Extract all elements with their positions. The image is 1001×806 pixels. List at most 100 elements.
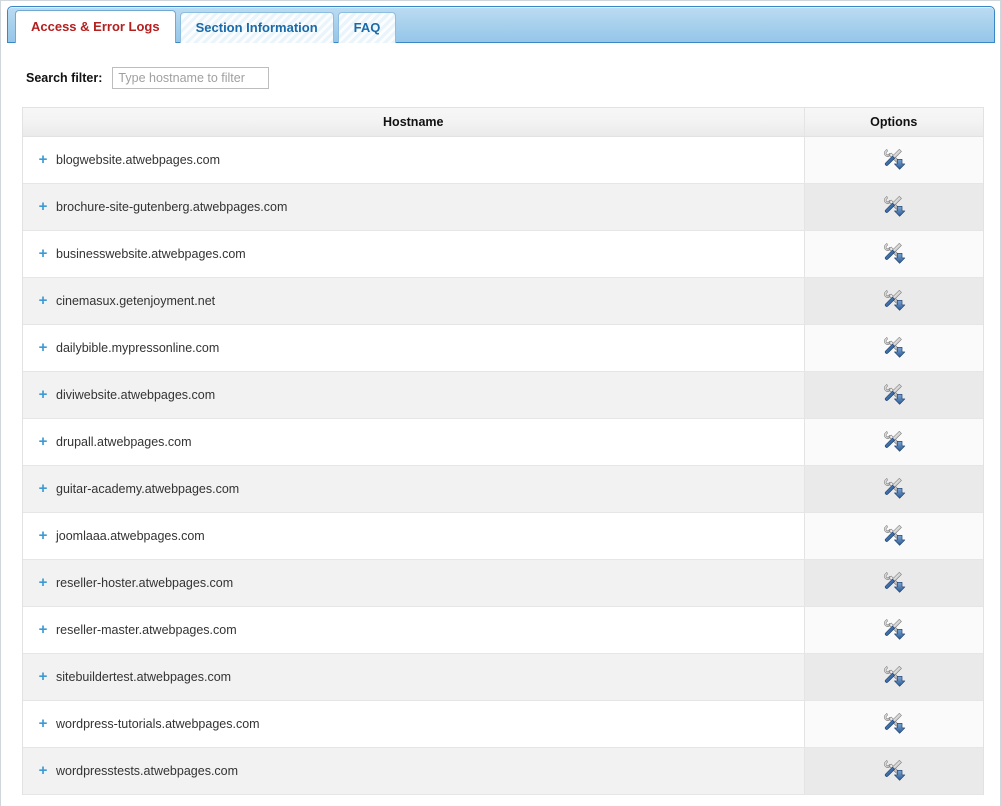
table-row: +blogwebsite.atwebpages.com: [23, 136, 983, 183]
hostname-cell: +wordpress-tutorials.atwebpages.com: [23, 700, 804, 747]
options-cell: [804, 371, 983, 418]
hostname-cell-inner: + guitar-academy.atwebpages.com: [35, 481, 804, 496]
hostname-cell-inner: + businesswebsite.atwebpages.com: [35, 246, 804, 261]
tools-download-icon[interactable]: [881, 151, 907, 168]
hostname-cell: + cinemasux.getenjoyment.net: [23, 277, 804, 324]
tab-access-and-error-logs[interactable]: Access & Error Logs: [15, 10, 176, 43]
plus-icon[interactable]: +: [35, 575, 51, 590]
plus-icon[interactable]: +: [35, 387, 51, 402]
table-row: + brochure-site-gutenberg.atwebpages.com: [23, 183, 983, 230]
hostname-cell: + businesswebsite.atwebpages.com: [23, 230, 804, 277]
column-header-options[interactable]: Options: [804, 108, 983, 136]
hostname-cell: + joomlaaa.atwebpages.com: [23, 512, 804, 559]
plus-icon[interactable]: +: [35, 340, 51, 355]
options-cell: [804, 747, 983, 794]
hostname-cell: + brochure-site-gutenberg.atwebpages.com: [23, 183, 804, 230]
options-cell: [804, 277, 983, 324]
tools-download-icon[interactable]: [881, 245, 907, 262]
hostname-cell: +blogwebsite.atwebpages.com: [23, 136, 804, 183]
tools-download-icon[interactable]: [881, 198, 907, 215]
search-input[interactable]: [112, 67, 269, 89]
options-cell: [804, 324, 983, 371]
hostname-label: joomlaaa.atwebpages.com: [56, 529, 205, 543]
hostname-label: wordpresstests.atwebpages.com: [56, 764, 238, 778]
tab-faq[interactable]: FAQ: [338, 12, 397, 43]
hostname-cell-inner: +reseller-master.atwebpages.com: [35, 622, 804, 637]
tab-strip: Access & Error Logs Section Information …: [7, 6, 995, 43]
hostname-cell-inner: +dailybible.mypressonline.com: [35, 340, 804, 355]
hostname-label: brochure-site-gutenberg.atwebpages.com: [56, 200, 287, 214]
options-cell: [804, 183, 983, 230]
plus-icon[interactable]: +: [35, 763, 51, 778]
options-cell: [804, 512, 983, 559]
plus-icon[interactable]: +: [35, 481, 51, 496]
hostname-cell: + guitar-academy.atwebpages.com: [23, 465, 804, 512]
hostname-cell-inner: + joomlaaa.atwebpages.com: [35, 528, 804, 543]
hostname-cell-inner: +reseller-hoster.atwebpages.com: [35, 575, 804, 590]
tab-list: Access & Error Logs Section Information …: [15, 12, 396, 43]
plus-icon[interactable]: +: [35, 434, 51, 449]
table-row: + wordpresstests.atwebpages.com: [23, 747, 983, 794]
table-row: + sitebuildertest.atwebpages.com: [23, 653, 983, 700]
table-row: +wordpress-tutorials.atwebpages.com: [23, 700, 983, 747]
table-row: +drupall.atwebpages.com: [23, 418, 983, 465]
tools-download-icon[interactable]: [881, 668, 907, 685]
tools-download-icon[interactable]: [881, 339, 907, 356]
hostname-cell-inner: + sitebuildertest.atwebpages.com: [35, 669, 804, 684]
plus-icon[interactable]: +: [35, 199, 51, 214]
plus-icon[interactable]: +: [35, 293, 51, 308]
tab-label: FAQ: [354, 21, 381, 34]
plus-icon[interactable]: +: [35, 152, 51, 167]
hostname-cell: + sitebuildertest.atwebpages.com: [23, 653, 804, 700]
tab-label: Section Information: [196, 21, 318, 34]
tools-download-icon[interactable]: [881, 433, 907, 450]
tools-download-icon[interactable]: [881, 480, 907, 497]
plus-icon[interactable]: +: [35, 246, 51, 261]
hostname-label: diviwebsite.atwebpages.com: [56, 388, 215, 402]
hostname-cell-inner: +blogwebsite.atwebpages.com: [35, 152, 804, 167]
hostname-cell: +reseller-master.atwebpages.com: [23, 606, 804, 653]
tools-download-icon[interactable]: [881, 386, 907, 403]
hostname-cell-inner: +wordpress-tutorials.atwebpages.com: [35, 716, 804, 731]
plus-icon[interactable]: +: [35, 622, 51, 637]
tools-download-icon[interactable]: [881, 621, 907, 638]
hostname-label: sitebuildertest.atwebpages.com: [56, 670, 231, 684]
options-cell: [804, 230, 983, 277]
hostname-cell-inner: + brochure-site-gutenberg.atwebpages.com: [35, 199, 804, 214]
hostname-cell-inner: +drupall.atwebpages.com: [35, 434, 804, 449]
plus-icon[interactable]: +: [35, 528, 51, 543]
table-row: + businesswebsite.atwebpages.com: [23, 230, 983, 277]
hostname-cell-inner: + wordpresstests.atwebpages.com: [35, 763, 804, 778]
hostname-label: guitar-academy.atwebpages.com: [56, 482, 239, 496]
tools-download-icon[interactable]: [881, 527, 907, 544]
tools-download-icon[interactable]: [881, 762, 907, 779]
hostname-table-container: Hostname Options +blogwebsite.atwebpages…: [22, 107, 984, 795]
plus-icon[interactable]: +: [35, 669, 51, 684]
table-head: Hostname Options: [23, 108, 983, 136]
options-cell: [804, 700, 983, 747]
options-cell: [804, 653, 983, 700]
tab-section-information[interactable]: Section Information: [180, 12, 334, 43]
plus-icon[interactable]: +: [35, 716, 51, 731]
hostname-cell: +reseller-hoster.atwebpages.com: [23, 559, 804, 606]
table-row: + diviwebsite.atwebpages.com: [23, 371, 983, 418]
hostname-table: Hostname Options +blogwebsite.atwebpages…: [23, 108, 983, 795]
options-cell: [804, 559, 983, 606]
page-container: Access & Error Logs Section Information …: [0, 0, 1001, 806]
options-cell: [804, 465, 983, 512]
hostname-label: cinemasux.getenjoyment.net: [56, 294, 215, 308]
hostname-cell-inner: + diviwebsite.atwebpages.com: [35, 387, 804, 402]
search-filter-row: Search filter:: [1, 63, 1001, 93]
hostname-cell-inner: + cinemasux.getenjoyment.net: [35, 293, 804, 308]
tools-download-icon[interactable]: [881, 292, 907, 309]
tools-download-icon[interactable]: [881, 715, 907, 732]
hostname-cell: +drupall.atwebpages.com: [23, 418, 804, 465]
tab-label: Access & Error Logs: [31, 20, 160, 33]
table-row: + joomlaaa.atwebpages.com: [23, 512, 983, 559]
hostname-cell: + wordpresstests.atwebpages.com: [23, 747, 804, 794]
tools-download-icon[interactable]: [881, 574, 907, 591]
hostname-label: businesswebsite.atwebpages.com: [56, 247, 246, 261]
search-filter-label: Search filter:: [26, 71, 102, 85]
column-header-hostname[interactable]: Hostname: [23, 108, 804, 136]
table-row: + cinemasux.getenjoyment.net: [23, 277, 983, 324]
